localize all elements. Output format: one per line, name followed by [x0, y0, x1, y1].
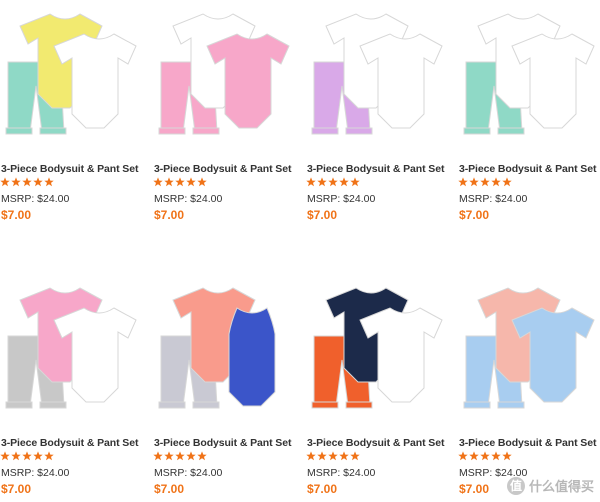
star-icon	[186, 451, 196, 461]
star-icon	[11, 451, 21, 461]
star-icon	[197, 177, 207, 187]
star-icon	[153, 451, 163, 461]
product-card[interactable]: 3-Piece Bodysuit & Pant Set MSRP: $24.00 $…	[306, 0, 454, 228]
product-card[interactable]: 3-Piece Bodysuit & Pant Set MSRP: $24.00 $…	[458, 274, 600, 502]
product-grid: 3-Piece Bodysuit & Pant Set MSRP: $24.00 $…	[0, 0, 600, 501]
watermark-logo-icon: 值	[506, 476, 525, 495]
star-icon	[328, 451, 338, 461]
star-icon	[502, 177, 512, 187]
product-title[interactable]: 3-Piece Bodysuit & Pant Set	[459, 437, 596, 449]
msrp-label: MSRP: $24.00	[307, 193, 376, 205]
msrp-label: MSRP: $24.00	[459, 193, 528, 205]
star-icon	[11, 177, 21, 187]
star-icon	[480, 177, 490, 187]
product-title[interactable]: 3-Piece Bodysuit & Pant Set	[307, 437, 444, 449]
msrp-label: MSRP: $24.00	[154, 467, 223, 479]
star-icon	[502, 451, 512, 461]
watermark-text: 什么值得买	[528, 479, 594, 494]
star-icon	[491, 177, 501, 187]
product-image[interactable]	[458, 0, 600, 150]
star-icon	[469, 451, 479, 461]
sale-price: $7.00	[154, 208, 185, 222]
star-icon	[317, 451, 327, 461]
star-icon	[339, 451, 349, 461]
bodysuit-illustration	[228, 307, 276, 407]
msrp-label: MSRP: $24.00	[1, 467, 70, 479]
star-rating	[0, 451, 54, 463]
product-title[interactable]: 3-Piece Bodysuit & Pant Set	[1, 437, 138, 449]
product-title[interactable]: 3-Piece Bodysuit & Pant Set	[307, 163, 444, 175]
star-icon	[175, 177, 185, 187]
star-icon	[44, 177, 54, 187]
msrp-label: MSRP: $24.00	[307, 467, 376, 479]
product-card[interactable]: 3-Piece Bodysuit & Pant Set MSRP: $24.00 $…	[0, 274, 148, 502]
star-icon	[164, 177, 174, 187]
sale-price: $7.00	[154, 482, 185, 496]
site-watermark: 值 什么值得买	[506, 476, 594, 495]
sale-price: $7.00	[307, 482, 338, 496]
star-icon	[350, 451, 360, 461]
product-card[interactable]: 3-Piece Bodysuit & Pant Set MSRP: $24.00 $…	[153, 0, 301, 228]
product-title[interactable]: 3-Piece Bodysuit & Pant Set	[154, 437, 291, 449]
star-icon	[317, 177, 327, 187]
product-image[interactable]	[306, 274, 454, 424]
star-rating	[306, 177, 360, 189]
star-rating	[0, 177, 54, 189]
product-title[interactable]: 3-Piece Bodysuit & Pant Set	[1, 163, 138, 175]
sale-price: $7.00	[459, 482, 490, 496]
star-icon	[0, 451, 10, 461]
star-icon	[306, 451, 316, 461]
star-icon	[197, 451, 207, 461]
sale-price: $7.00	[459, 208, 490, 222]
product-card[interactable]: 3-Piece Bodysuit & Pant Set MSRP: $24.00 $…	[0, 0, 148, 228]
star-icon	[186, 177, 196, 187]
star-icon	[33, 451, 43, 461]
msrp-label: MSRP: $24.00	[154, 193, 223, 205]
star-rating	[458, 177, 512, 189]
msrp-label: MSRP: $24.00	[1, 193, 70, 205]
star-icon	[458, 177, 468, 187]
star-rating	[306, 451, 360, 463]
star-icon	[350, 177, 360, 187]
star-icon	[175, 451, 185, 461]
star-rating	[153, 451, 207, 463]
star-rating	[458, 451, 512, 463]
star-icon	[33, 177, 43, 187]
star-icon	[22, 177, 32, 187]
product-card[interactable]: 3-Piece Bodysuit & Pant Set MSRP: $24.00 $…	[153, 274, 301, 502]
product-image[interactable]	[153, 274, 301, 424]
product-image[interactable]	[306, 0, 454, 150]
product-title[interactable]: 3-Piece Bodysuit & Pant Set	[154, 163, 291, 175]
star-icon	[0, 177, 10, 187]
star-icon	[164, 451, 174, 461]
star-icon	[480, 451, 490, 461]
product-image[interactable]	[153, 0, 301, 150]
sale-price: $7.00	[1, 208, 32, 222]
star-icon	[153, 177, 163, 187]
product-image[interactable]	[0, 0, 148, 150]
product-image[interactable]	[0, 274, 148, 424]
sale-price: $7.00	[1, 482, 32, 496]
star-icon	[339, 177, 349, 187]
star-icon	[306, 177, 316, 187]
star-icon	[469, 177, 479, 187]
star-icon	[458, 451, 468, 461]
star-icon	[328, 177, 338, 187]
star-rating	[153, 177, 207, 189]
product-image[interactable]	[458, 274, 600, 424]
sale-price: $7.00	[307, 208, 338, 222]
product-card[interactable]: 3-Piece Bodysuit & Pant Set MSRP: $24.00 $…	[306, 274, 454, 502]
star-icon	[44, 451, 54, 461]
star-icon	[491, 451, 501, 461]
star-icon	[22, 451, 32, 461]
product-title[interactable]: 3-Piece Bodysuit & Pant Set	[459, 163, 596, 175]
product-card[interactable]: 3-Piece Bodysuit & Pant Set MSRP: $24.00 $…	[458, 0, 600, 228]
